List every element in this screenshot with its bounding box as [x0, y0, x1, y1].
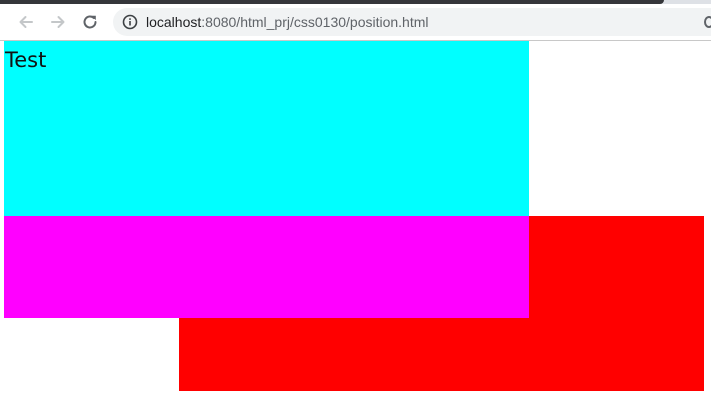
back-arrow-icon — [19, 16, 33, 28]
address-bar[interactable]: localhost:8080/html_prj/css0130/position… — [113, 8, 711, 36]
page-viewport: Test — [0, 41, 711, 402]
back-button[interactable] — [14, 10, 38, 34]
magenta-box — [4, 216, 529, 318]
forward-arrow-icon — [51, 16, 65, 28]
url-path: :8080/html_prj/css0130/position.html — [201, 14, 429, 30]
url-text[interactable]: localhost:8080/html_prj/css0130/position… — [146, 14, 429, 30]
browser-window: localhost:8080/html_prj/css0130/position… — [0, 0, 711, 402]
forward-button[interactable] — [46, 10, 70, 34]
reload-button[interactable] — [78, 10, 102, 34]
browser-toolbar: localhost:8080/html_prj/css0130/position… — [0, 4, 711, 41]
test-text: Test — [5, 48, 47, 72]
cyan-box: Test — [4, 41, 529, 216]
reload-icon — [83, 15, 97, 29]
info-icon[interactable] — [122, 14, 138, 30]
url-host: localhost — [146, 14, 202, 30]
profile-icon[interactable] — [704, 16, 711, 28]
